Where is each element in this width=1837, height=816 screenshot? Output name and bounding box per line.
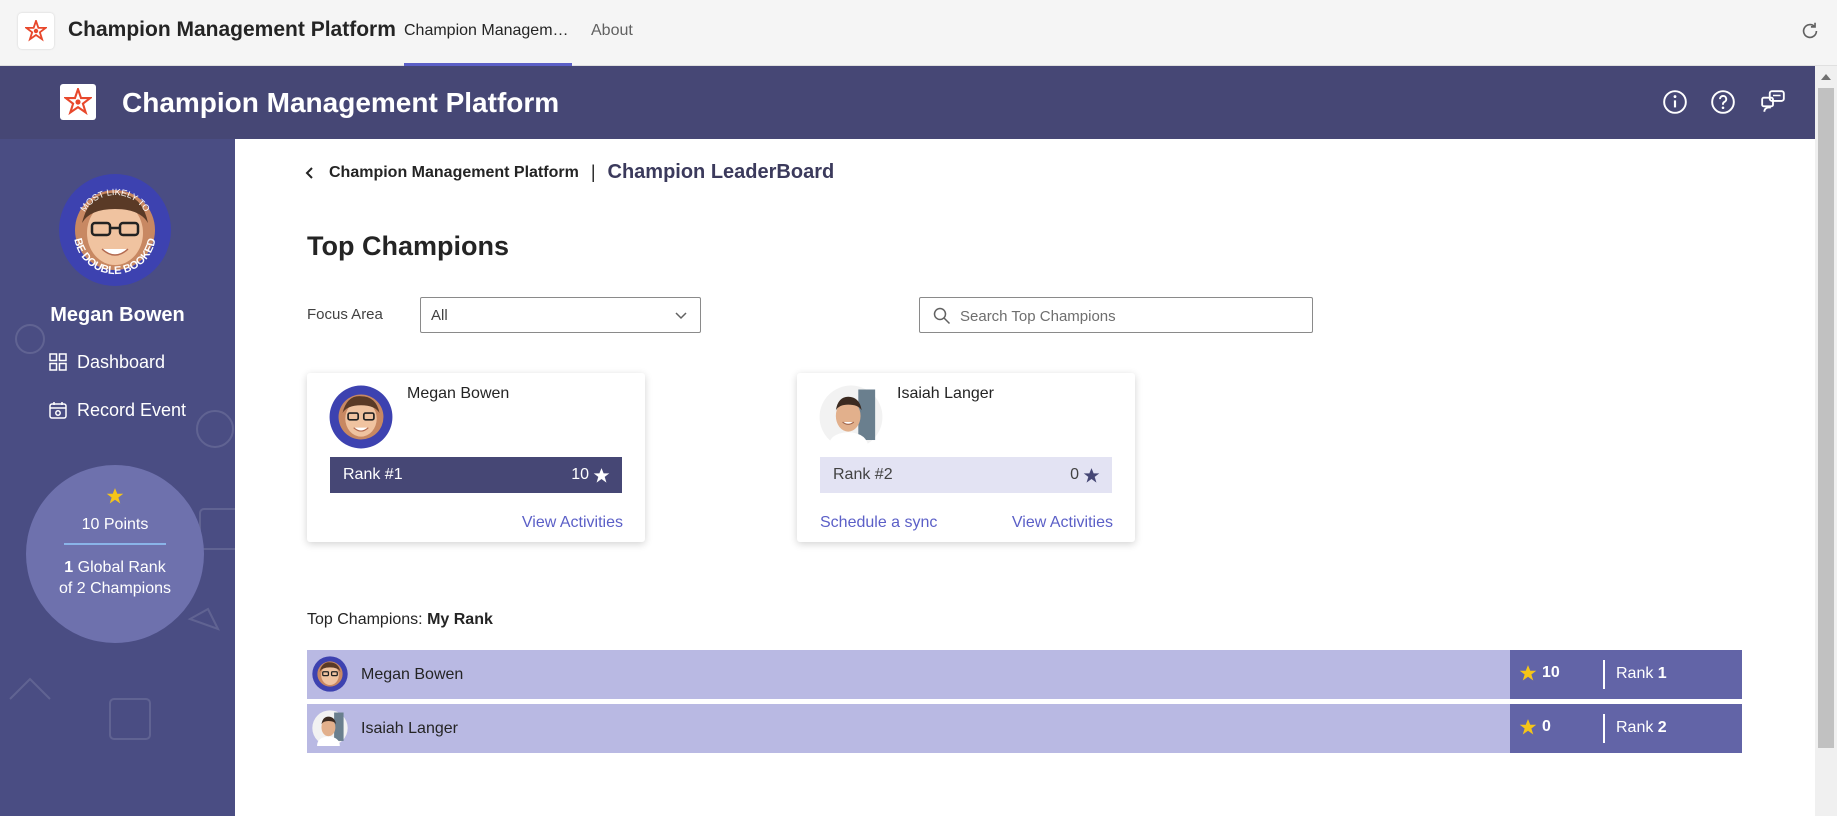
star-icon: [593, 467, 610, 483]
champion-rank: Rank #1: [343, 466, 403, 483]
row-divider: [1603, 660, 1605, 689]
my-rank-bold: My Rank: [427, 611, 493, 628]
star-icon: [106, 488, 124, 504]
main-content: Champion Management Platform | Champion …: [235, 139, 1815, 816]
focus-area-label: Focus Area: [307, 306, 383, 323]
sidebar: MOST LIKELY TO BE DOUBLE BOOKED Megan Bo…: [0, 139, 235, 816]
search-input[interactable]: [960, 304, 1300, 328]
row-points: 0: [1519, 718, 1551, 736]
champion-score: 10: [571, 466, 610, 484]
page-title: Top Champions: [307, 231, 509, 261]
header-logo-icon: [60, 84, 96, 120]
row-divider: [1603, 714, 1605, 743]
calendar-icon: [49, 402, 67, 419]
row-rank-label: Rank: [1616, 665, 1658, 682]
search-icon: [933, 307, 951, 325]
row-rank-value: 2: [1657, 719, 1667, 736]
star-icon: [1083, 467, 1100, 483]
schedule-sync-link[interactable]: Schedule a sync: [820, 514, 937, 532]
view-activities-link[interactable]: View Activities: [1012, 514, 1113, 532]
row-score: 0 Rank 2: [1510, 704, 1742, 753]
champion-card: Isaiah Langer Rank #2 0 Schedule a sync …: [797, 373, 1135, 542]
row-score: 10 Rank 1: [1510, 650, 1742, 699]
champion-avatar: [819, 385, 883, 449]
my-rank-heading: Top Champions: My Rank: [307, 611, 493, 629]
row-points-value: 10: [1542, 664, 1560, 681]
breadcrumb-separator: |: [590, 162, 596, 182]
points-divider: [64, 543, 166, 545]
row-rank: Rank 1: [1616, 665, 1667, 683]
star-icon: [1519, 719, 1537, 735]
teams-app-name: Champion Management Platform: [68, 18, 396, 41]
header-title: Champion Management Platform: [122, 87, 560, 118]
user-avatar: MOST LIKELY TO BE DOUBLE BOOKED: [59, 174, 171, 286]
row-name: Isaiah Langer: [361, 720, 458, 737]
champion-card: Megan Bowen Rank #1 10 View Activities: [307, 373, 645, 542]
dashboard-icon: [49, 353, 67, 371]
view-activities-link[interactable]: View Activities: [522, 514, 623, 532]
feedback-icon[interactable]: [1760, 89, 1786, 115]
sidebar-user-name: Megan Bowen: [50, 304, 185, 326]
chevron-down-icon: [675, 312, 687, 320]
champion-name: Megan Bowen: [407, 385, 510, 402]
app-logo-icon[interactable]: [18, 13, 54, 49]
breadcrumb: Champion Management Platform | Champion …: [303, 161, 834, 184]
focus-area-dropdown[interactable]: All: [420, 297, 701, 333]
row-points: 10: [1519, 664, 1560, 682]
chevron-left-icon[interactable]: [303, 164, 317, 182]
global-rank: 1 Global Rank of 2 Champions: [26, 557, 204, 599]
scrollbar[interactable]: [1815, 66, 1837, 816]
teams-top-bar: Champion Management Platform Champion Ma…: [0, 0, 1837, 66]
global-rank-number: 1: [64, 559, 74, 576]
star-icon: [1519, 665, 1537, 681]
global-rank-of: of 2 Champions: [58, 580, 172, 597]
scroll-up-arrow-icon[interactable]: [1821, 74, 1831, 80]
points-summary: 10 Points 1 Global Rank of 2 Champions: [26, 465, 204, 643]
table-row[interactable]: Isaiah Langer 0 Rank 2: [307, 704, 1742, 753]
global-rank-suffix: Global Rank: [73, 559, 166, 576]
row-avatar: [312, 656, 348, 692]
champion-rank: Rank #2: [833, 466, 893, 483]
champion-score: 0: [1070, 466, 1100, 484]
champion-score-value: 10: [571, 466, 589, 483]
row-avatar: [312, 710, 348, 746]
my-rank-prefix: Top Champions:: [307, 611, 428, 628]
champion-rank-bar: Rank #2 0: [820, 457, 1112, 493]
refresh-icon[interactable]: [1799, 20, 1821, 42]
table-row[interactable]: Megan Bowen 10 Rank 1: [307, 650, 1742, 699]
champion-name: Isaiah Langer: [897, 385, 994, 402]
row-points-value: 0: [1542, 718, 1551, 735]
row-name: Megan Bowen: [361, 666, 464, 683]
tab-champion-management[interactable]: Champion Management Platform: [404, 22, 572, 66]
scrollbar-thumb[interactable]: [1818, 88, 1834, 748]
tab-about[interactable]: About: [591, 22, 633, 40]
info-icon[interactable]: [1662, 89, 1688, 115]
breadcrumb-parent-link[interactable]: Champion Management Platform: [329, 164, 579, 182]
sidebar-item-label: Dashboard: [77, 351, 166, 372]
points-value: 10 Points: [81, 516, 149, 533]
row-rank-label: Rank: [1616, 719, 1658, 736]
breadcrumb-current: Champion LeaderBoard: [607, 161, 835, 183]
sidebar-item-dashboard[interactable]: Dashboard: [49, 349, 165, 375]
champion-avatar: [329, 385, 393, 449]
champion-rank-bar: Rank #1 10: [330, 457, 622, 493]
sidebar-item-label: Record Event: [77, 399, 187, 420]
row-rank-value: 1: [1657, 665, 1667, 682]
row-rank: Rank 2: [1616, 719, 1667, 737]
sidebar-item-record-event[interactable]: Record Event: [49, 397, 186, 423]
champion-score-value: 0: [1070, 466, 1079, 483]
help-icon[interactable]: [1710, 89, 1736, 115]
search-box[interactable]: [919, 297, 1313, 333]
focus-area-value: All: [431, 307, 448, 324]
app-header: Champion Management Platform: [0, 66, 1815, 139]
